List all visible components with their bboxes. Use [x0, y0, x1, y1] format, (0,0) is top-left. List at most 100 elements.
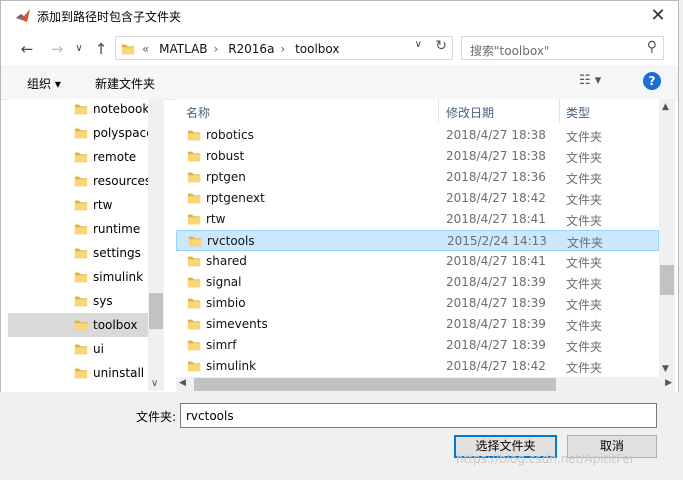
column-name[interactable]: 名称	[186, 104, 210, 121]
row-type: 文件夹	[566, 319, 603, 333]
row-name: rptgenext	[206, 191, 265, 205]
folder-icon	[187, 128, 201, 142]
view-options-icon[interactable]: ☷ ▾	[579, 73, 601, 88]
column-type[interactable]: 类型	[566, 104, 590, 121]
row-name: simulink	[206, 359, 257, 373]
folder-icon	[187, 317, 201, 331]
breadcrumb-r2016a[interactable]: R2016a	[228, 42, 274, 56]
address-bar[interactable]: « MATLAB › R2016a › toolbox ∨ ↻	[115, 36, 453, 60]
folder-icon	[74, 366, 88, 380]
sidebar-item-runtime[interactable]: runtime	[8, 217, 148, 241]
file-list-horizontal-scrollbar[interactable]: ◀ ▶	[176, 377, 675, 392]
column-header: ^ 名称 修改日期 类型	[176, 99, 659, 123]
table-row[interactable]: signal 2018/4/27 18:39 文件夹	[176, 272, 659, 293]
row-type: 文件夹	[566, 256, 603, 270]
sidebar-item-rtw[interactable]: rtw	[8, 193, 148, 217]
navigation-pane: notebook polyspace remote resources rtw …	[8, 99, 164, 391]
row-type: 文件夹	[566, 130, 603, 144]
search-icon[interactable]: ⚲	[647, 39, 657, 55]
folder-icon	[74, 246, 88, 260]
sidebar-item-uninstall[interactable]: uninstall	[8, 361, 148, 385]
folder-name-input[interactable]: rvctools	[180, 403, 657, 428]
sidebar-item-notebook[interactable]: notebook	[8, 99, 150, 121]
row-type: 文件夹	[566, 214, 603, 228]
file-list-vertical-scrollbar[interactable]: ▲ ▼	[659, 99, 675, 377]
chevron-down-icon[interactable]: ∨	[151, 378, 158, 389]
new-folder-button[interactable]: 新建文件夹	[95, 75, 155, 92]
table-row[interactable]: shared 2018/4/27 18:41 文件夹	[176, 251, 659, 272]
folder-icon	[187, 359, 201, 373]
chevron-right-icon[interactable]: ▶	[665, 378, 672, 388]
folder-icon	[187, 212, 201, 226]
table-row[interactable]: simbio 2018/4/27 18:39 文件夹	[176, 293, 659, 314]
breadcrumb-toolbox[interactable]: toolbox	[295, 42, 339, 56]
sidebar-item-label: rtw	[93, 198, 113, 212]
breadcrumb-matlab[interactable]: MATLAB	[159, 42, 207, 56]
breadcrumb-overflow[interactable]: «	[142, 42, 149, 56]
column-date[interactable]: 修改日期	[446, 104, 494, 121]
row-date: 2018/4/27 18:39	[446, 338, 546, 352]
sidebar-item-resources[interactable]: resources	[8, 169, 151, 193]
table-row[interactable]: robust 2018/4/27 18:38 文件夹	[176, 146, 659, 167]
column-divider[interactable]	[438, 99, 439, 123]
close-icon[interactable]: ✕	[646, 4, 670, 28]
row-name: rtw	[206, 212, 226, 226]
row-date: 2018/4/27 18:39	[446, 296, 546, 310]
folder-icon	[74, 198, 88, 212]
folder-icon	[74, 174, 88, 188]
sidebar-item-ui[interactable]: ui	[8, 337, 148, 361]
sidebar-item-toolbox[interactable]: toolbox	[8, 313, 148, 337]
background-strip	[0, 470, 683, 480]
table-row-selected[interactable]: rvctools 2015/2/24 14:13 文件夹	[176, 230, 659, 251]
table-row[interactable]: rtw 2018/4/27 18:41 文件夹	[176, 209, 659, 230]
table-row[interactable]: rptgenext 2018/4/27 18:42 文件夹	[176, 188, 659, 209]
sidebar-item-polyspace[interactable]: polyspace	[8, 121, 154, 145]
sidebar-scrollbar[interactable]: ∨	[148, 99, 164, 391]
scrollbar-thumb[interactable]	[149, 293, 163, 329]
search-input[interactable]: 搜索"toolbox" ⚲	[461, 36, 664, 60]
folder-icon	[74, 102, 88, 116]
folder-icon	[121, 42, 135, 56]
chevron-down-icon[interactable]: ▼	[662, 364, 669, 374]
folder-name-value: rvctools	[186, 409, 234, 423]
row-name: simrf	[206, 338, 237, 352]
sidebar-item-remote[interactable]: remote	[8, 145, 148, 169]
row-type: 文件夹	[566, 277, 603, 291]
row-name: rvctools	[207, 234, 255, 248]
row-type: 文件夹	[566, 298, 603, 312]
sidebar-item-label: notebook	[93, 102, 150, 116]
sidebar-item-label: simulink	[93, 270, 144, 284]
scrollbar-thumb[interactable]	[194, 378, 556, 391]
row-date: 2015/2/24 14:13	[447, 234, 547, 248]
chevron-left-icon[interactable]: ◀	[179, 378, 186, 388]
table-row[interactable]: simulink 2018/4/27 18:42 文件夹	[176, 356, 659, 377]
row-date: 2018/4/27 18:41	[446, 212, 546, 226]
folder-label: 文件夹:	[136, 410, 177, 424]
chevron-down-icon[interactable]: ∨	[415, 39, 422, 50]
sidebar-item-simulink[interactable]: simulink	[8, 265, 148, 289]
row-type: 文件夹	[566, 151, 603, 165]
organize-menu[interactable]: 组织 ▾	[27, 75, 61, 92]
sidebar-item-settings[interactable]: settings	[8, 241, 148, 265]
table-row[interactable]: rptgen 2018/4/27 18:36 文件夹	[176, 167, 659, 188]
chevron-right-icon: ›	[213, 42, 219, 56]
table-row[interactable]: robotics 2018/4/27 18:38 文件夹	[176, 125, 659, 146]
sidebar-item-label: ui	[93, 342, 104, 356]
sidebar-item-sys[interactable]: sys	[8, 289, 148, 313]
row-date: 2018/4/27 18:36	[446, 170, 546, 184]
row-type: 文件夹	[566, 340, 603, 354]
up-icon[interactable]: ↑	[91, 39, 111, 59]
row-type: 文件夹	[567, 236, 604, 250]
table-row[interactable]: simevents 2018/4/27 18:39 文件夹	[176, 314, 659, 335]
chevron-up-icon[interactable]: ▲	[662, 102, 669, 112]
forward-icon[interactable]: →	[47, 39, 67, 59]
column-divider[interactable]	[559, 99, 560, 123]
table-row[interactable]: simrf 2018/4/27 18:39 文件夹	[176, 335, 659, 356]
refresh-icon[interactable]: ↻	[435, 38, 447, 54]
row-date: 2018/4/27 18:42	[446, 359, 546, 373]
recent-locations-icon[interactable]: ∨	[69, 39, 89, 59]
row-name: simevents	[206, 317, 268, 331]
back-icon[interactable]: ←	[17, 39, 37, 59]
help-icon[interactable]: ?	[643, 72, 661, 90]
scrollbar-thumb[interactable]	[660, 265, 674, 295]
